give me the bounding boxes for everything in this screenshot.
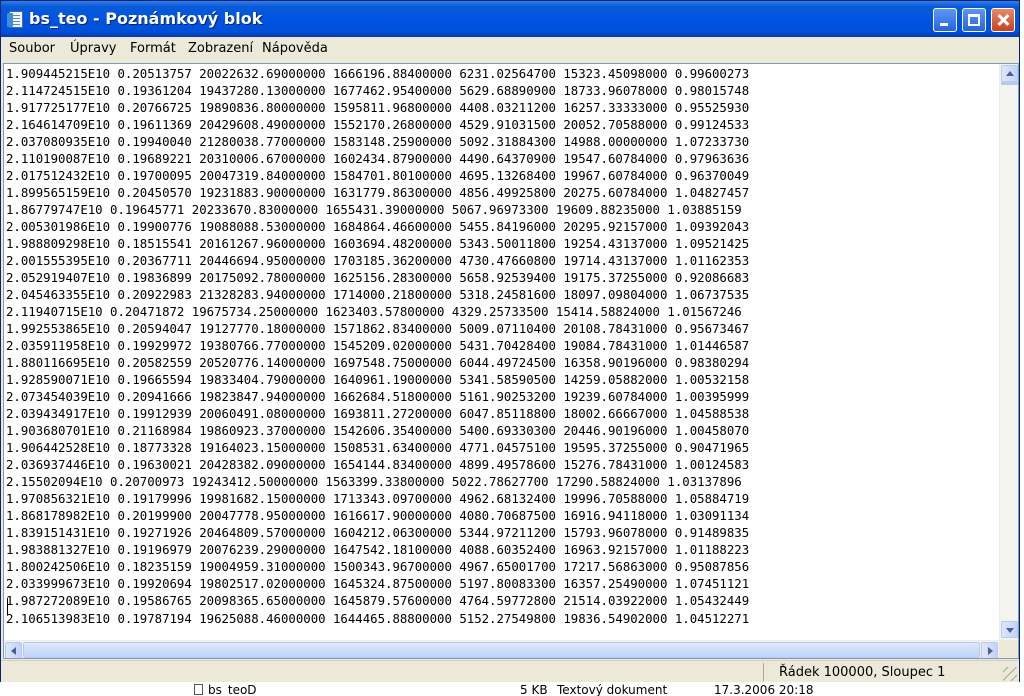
text-line: 2.017512432E10 0.19700095 20047319.84000… <box>6 169 750 184</box>
text-line: 2.073454039E10 0.20941666 19823847.94000… <box>6 390 750 405</box>
text-line: 2.164614709E10 0.19611369 20429608.49000… <box>6 118 750 133</box>
text-line: 2.15502094E10 0.20700973 19243412.500000… <box>6 475 742 490</box>
background-file-date: 17.3.2006 20:18 <box>714 683 814 696</box>
background-file-name: bs_teoD <box>208 683 257 696</box>
text-line: 2.033999673E10 0.19920694 19802517.02000… <box>6 577 750 592</box>
window-title: bs_teo - Poznámkový blok <box>29 9 263 28</box>
background-file-type: Textový dokument <box>557 683 668 696</box>
text-line: 2.039434917E10 0.19912939 20060491.08000… <box>6 407 750 422</box>
text-line: 2.036937446E10 0.19630021 20428382.09000… <box>6 458 750 473</box>
horizontal-scrollbar[interactable] <box>4 640 999 658</box>
text-line: 2.106513983E10 0.19787194 19625088.46000… <box>6 611 750 626</box>
scroll-down-button[interactable] <box>1001 621 1018 638</box>
notepad-icon[interactable] <box>7 11 23 28</box>
scrollbar-corner <box>999 640 1018 658</box>
text-line: 2.001555395E10 0.20367711 20446694.95000… <box>6 254 750 269</box>
scroll-left-button[interactable] <box>5 642 22 658</box>
text-line: 1.839151431E10 0.19271926 20464809.57000… <box>6 526 750 541</box>
text-line: 1.906442528E10 0.18773328 19164023.15000… <box>6 441 750 456</box>
scroll-left-icon <box>11 647 16 655</box>
menu-file[interactable]: Soubor <box>9 41 55 56</box>
text-line: 1.909445215E10 0.20513757 20022632.69000… <box>6 67 750 81</box>
text-line: 1.983881327E10 0.19196979 20076239.29000… <box>6 543 750 558</box>
scroll-right-button[interactable] <box>981 642 998 658</box>
title-bar[interactable]: bs_teo - Poznámkový blok <box>1 1 1019 37</box>
text-line: 1.903680701E10 0.21168984 19860923.37000… <box>6 424 750 439</box>
vertical-scrollbar[interactable] <box>999 64 1018 640</box>
text-line: 1.800242506E10 0.18235159 19004959.31000… <box>6 560 750 575</box>
menu-edit[interactable]: Úpravy <box>70 41 116 56</box>
desktop-edge <box>1020 0 1024 682</box>
status-divider <box>763 663 764 681</box>
maximize-icon <box>968 14 980 26</box>
text-line: 2.037080935E10 0.19940040 21280038.77000… <box>6 135 750 150</box>
text-line: 1.868178982E10 0.20199900 20047778.95000… <box>6 509 750 524</box>
text-line: 2.052919407E10 0.19836899 20175092.78000… <box>6 271 750 286</box>
menu-help[interactable]: Nápověda <box>262 41 328 56</box>
text-line: 1.988809298E10 0.18515541 20161267.96000… <box>6 237 750 252</box>
text-file-icon <box>194 684 203 695</box>
text-caret <box>7 598 8 615</box>
text-line: 1.899565159E10 0.20450570 19231883.90000… <box>6 186 750 201</box>
text-line: 2.114724515E10 0.19361204 19437280.13000… <box>6 84 750 99</box>
text-line: 2.110190087E10 0.19689221 20310006.67000… <box>6 152 750 167</box>
scroll-right-icon <box>988 647 993 655</box>
text-editor[interactable]: 1.909445215E10 0.20513757 20022632.69000… <box>3 63 1019 659</box>
menu-view[interactable]: Zobrazení <box>188 41 253 56</box>
scroll-up-icon <box>1006 71 1014 76</box>
menu-bar: Soubor Úpravy Formát Zobrazení Nápověda <box>1 38 1019 61</box>
status-bar: Řádek 100000, Sloupec 1 <box>1 660 1019 683</box>
maximize-button[interactable] <box>962 8 986 32</box>
cursor-position: Řádek 100000, Sloupec 1 <box>779 665 946 680</box>
scroll-down-icon <box>1006 628 1014 633</box>
text-line: 2.035911958E10 0.19929972 19380766.77000… <box>6 339 750 354</box>
minimize-icon <box>940 23 948 26</box>
text-line: 1.928590071E10 0.19665594 19833404.79000… <box>6 373 750 388</box>
text-line: 2.045463355E10 0.20922983 21328283.94000… <box>6 288 750 303</box>
close-button[interactable] <box>991 8 1015 32</box>
text-line: 1.987272089E10 0.19586765 20098365.65000… <box>6 594 750 609</box>
close-icon <box>992 9 1014 31</box>
text-area[interactable]: 1.909445215E10 0.20513757 20022632.69000… <box>6 66 991 638</box>
text-line: 2.11940715E10 0.20471872 19675734.250000… <box>6 305 742 320</box>
text-line: 1.992553865E10 0.20594047 19127770.18000… <box>6 322 750 337</box>
minimize-button[interactable] <box>933 8 957 32</box>
text-line: 1.917725177E10 0.20766725 19890836.80000… <box>6 101 750 116</box>
text-line: 1.970856321E10 0.19179996 19981682.15000… <box>6 492 750 507</box>
vertical-scroll-thumb[interactable] <box>1001 82 1018 85</box>
background-file-size: 5 KB <box>520 683 548 696</box>
horizontal-scroll-thumb[interactable] <box>23 642 980 658</box>
size-grip-icon[interactable] <box>1003 667 1017 681</box>
scroll-up-button[interactable] <box>1001 65 1018 82</box>
text-line: 2.005301986E10 0.19900776 19088088.53000… <box>6 220 750 235</box>
text-line: 1.86779747E10 0.19645771 20233670.830000… <box>6 203 742 218</box>
background-file-row: bs_teoD 5 KB Textový dokument 17.3.2006 … <box>0 682 1024 696</box>
menu-format[interactable]: Formát <box>130 41 176 56</box>
notepad-window: bs_teo - Poznámkový blok Soubor Úpravy F… <box>0 0 1020 683</box>
text-line: 1.880116695E10 0.20582559 20520776.14000… <box>6 356 750 371</box>
